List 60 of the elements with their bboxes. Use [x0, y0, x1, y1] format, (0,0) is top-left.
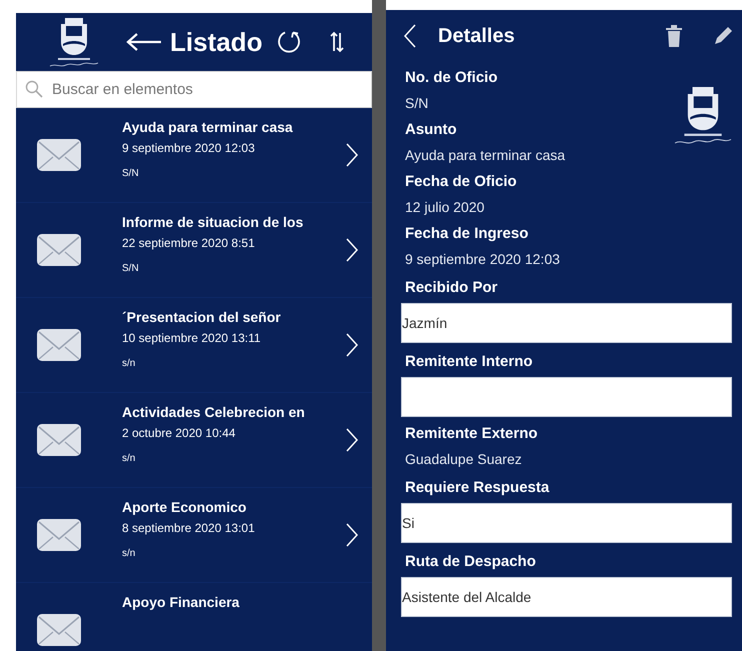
item-date: 22 septiembre 2020 8:51: [122, 235, 256, 252]
item-title: Actividades Celebrecion en: [122, 403, 306, 422]
list-item[interactable]: ´Presentacion del señor 10 septiembre 2020 13:11 s/n: [16, 298, 372, 393]
item-date: 8 septiembre 2020 13:01: [122, 520, 256, 537]
envelope-icon: [36, 518, 82, 552]
field-label: Requiere Respuesta: [404, 478, 550, 498]
envelope-icon: [36, 328, 82, 362]
field-label: Remitente Externo: [404, 424, 539, 444]
text-input-field[interactable]: [401, 377, 732, 417]
chevron-right-icon[interactable]: [346, 523, 358, 547]
item-title: Apoyo Financiera: [122, 593, 240, 612]
item-reference: S/N: [122, 262, 140, 276]
field-label: Recibido Por: [404, 278, 499, 298]
field-value: Ayuda para terminar casa: [404, 146, 566, 165]
item-date: 10 septiembre 2020 13:11: [122, 330, 262, 347]
field-label: Fecha de Ingreso: [404, 224, 530, 244]
list-item[interactable]: Apoyo Financiera: [16, 583, 372, 651]
text-input-field[interactable]: Asistente del Alcalde: [401, 577, 732, 617]
trash-icon[interactable]: [666, 25, 682, 47]
sort-icon[interactable]: [330, 31, 344, 53]
envelope-icon: [36, 423, 82, 457]
chevron-right-icon[interactable]: [346, 428, 358, 452]
detail-title: Detalles: [438, 24, 516, 49]
envelope-icon: [36, 138, 82, 172]
field-value: Guadalupe Suarez: [404, 450, 523, 469]
list-item[interactable]: Informe de situacion de los 22 septiembre 2020 8:51 S/N: [16, 203, 372, 298]
list-title: Listado: [170, 26, 262, 58]
item-reference: s/n: [122, 547, 136, 561]
text-input-field[interactable]: Si: [401, 503, 732, 543]
back-arrow-icon[interactable]: [126, 32, 162, 52]
item-title: Ayuda para terminar casa: [122, 118, 294, 137]
list-item[interactable]: Actividades Celebrecion en 2 octubre 2020 10:44 s/n: [16, 393, 372, 488]
field-value: S/N: [404, 94, 430, 113]
chevron-right-icon[interactable]: [346, 238, 358, 262]
chevron-right-icon[interactable]: [346, 333, 358, 357]
item-reference: S/N: [122, 167, 140, 181]
chevron-right-icon[interactable]: [346, 143, 358, 167]
item-date: 9 septiembre 2020 12:03: [122, 140, 256, 157]
field-value: 12 julio 2020: [404, 198, 486, 217]
pencil-icon[interactable]: [712, 25, 734, 47]
back-chevron-icon[interactable]: [404, 24, 416, 48]
item-title: Aporte Economico: [122, 498, 248, 517]
field-label: Fecha de Oficio: [404, 172, 518, 192]
search-field[interactable]: Buscar en elementos: [16, 71, 372, 108]
text-input-field[interactable]: Jazmín: [401, 303, 732, 343]
item-title: ´Presentacion del señor: [122, 308, 282, 327]
list-item[interactable]: Ayuda para terminar casa 9 septiembre 2020 12:03 S/N: [16, 108, 372, 203]
field-label: Asunto: [404, 120, 458, 140]
field-label: Remitente Interno: [404, 352, 534, 372]
envelope-icon: [36, 233, 82, 267]
field-label: No. de Oficio: [404, 68, 499, 88]
field-label: Ruta de Despacho: [404, 552, 537, 572]
item-reference: s/n: [122, 357, 136, 371]
envelope-icon: [36, 613, 82, 647]
field-value: 9 septiembre 2020 12:03: [404, 250, 561, 269]
item-date: 2 octubre 2020 10:44: [122, 425, 236, 442]
list-item[interactable]: Aporte Economico 8 septiembre 2020 13:01 s/n: [16, 488, 372, 583]
refresh-icon[interactable]: [276, 29, 302, 55]
item-title: Informe de situacion de los: [122, 213, 304, 232]
item-reference: s/n: [122, 452, 136, 466]
